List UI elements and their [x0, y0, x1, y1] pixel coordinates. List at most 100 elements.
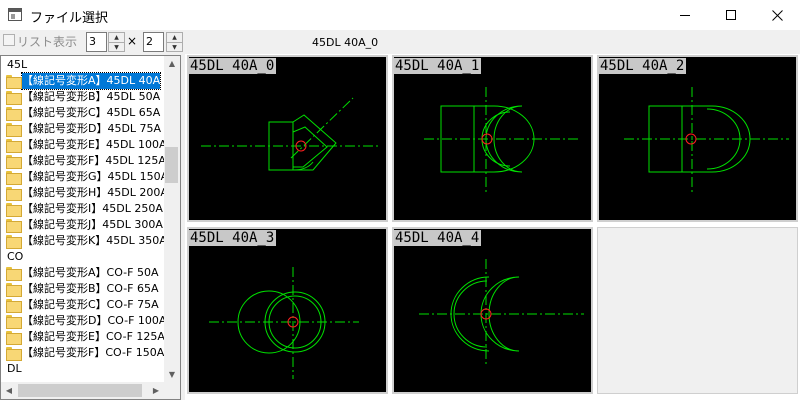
thumbnail-empty-slot [597, 227, 798, 394]
minimize-icon [680, 15, 690, 16]
folder-icon [5, 171, 22, 185]
tree-item[interactable]: 【線記号変形A】CO-F 50A [5, 265, 158, 281]
tree-item-label: 【線記号変形E】45DL 100A [22, 138, 166, 151]
fitting-drawing-socket [624, 87, 789, 194]
title-bar: ファイル選択 [0, 0, 800, 30]
folder-icon [5, 155, 22, 169]
spin-down-icon[interactable]: ▼ [109, 42, 124, 51]
folder-icon [5, 267, 22, 281]
folder-icon [5, 123, 22, 137]
folder-icon [5, 331, 22, 345]
tree-item[interactable]: 【線記号変形H】45DL 200A [5, 185, 166, 201]
tree-group-header[interactable]: DL [7, 361, 22, 377]
scroll-up-icon[interactable]: ▲ [164, 56, 180, 72]
tree-item-label: 【線記号変形A】45DL 40A [20, 72, 162, 90]
tree-item[interactable]: 【線記号変形J】45DL 300A [5, 217, 163, 233]
thumbnail-4[interactable]: 45DL 40A_4 [392, 227, 593, 394]
application-window-icon [8, 8, 22, 21]
tree-item-label: 【線記号変形C】45DL 65A [22, 106, 161, 119]
tree-item[interactable]: 【線記号変形D】CO-F 100A [5, 313, 166, 329]
folder-icon [5, 75, 22, 89]
file-tree-list: 45L 【線記号変形A】45DL 40A 【線記号変形B】45DL 50A 【線記号変… [1, 57, 166, 382]
list-display-checkbox[interactable] [3, 34, 15, 46]
fitting-drawing-end-view [209, 267, 359, 379]
window-title: ファイル選択 [30, 11, 109, 26]
tree-item[interactable]: 【線記号変形E】45DL 100A [5, 137, 166, 153]
close-button[interactable] [754, 0, 800, 30]
tree-item-label: 【線記号変形I】45DL 250A [22, 202, 163, 215]
tree-item-label: 【線記号変形H】45DL 200A [22, 186, 166, 199]
spin-up-icon[interactable]: ▲ [109, 33, 124, 42]
folder-icon [5, 203, 22, 217]
scroll-left-icon[interactable]: ◀ [1, 383, 17, 399]
maximize-icon [726, 10, 736, 20]
times-sign: × [127, 34, 138, 48]
tree-item[interactable]: 【線記号変形B】45DL 50A [5, 89, 160, 105]
folder-icon [5, 315, 22, 329]
horizontal-scrollbar[interactable]: ◀ ▶ [1, 382, 180, 399]
tree-item[interactable]: 【線記号変形C】45DL 65A [5, 105, 160, 121]
tree-group-header[interactable]: 45L [7, 57, 27, 73]
tree-item-label: 【線記号変形C】CO-F 75A [22, 298, 159, 311]
vertical-scroll-thumb[interactable] [165, 147, 178, 183]
scrollbar-corner [164, 382, 180, 399]
tree-item[interactable]: 【線記号変形C】CO-F 75A [5, 297, 159, 313]
thumbnail-label: 45DL 40A_2 [599, 58, 687, 74]
thumbnail-3[interactable]: 45DL 40A_3 [187, 227, 388, 394]
spin-up-icon[interactable]: ▲ [167, 33, 182, 42]
toolbar: リスト表示 3 ▲ ▼ × 2 ▲ ▼ 45DL 40A_0 [0, 30, 800, 54]
selected-file-name: 45DL 40A_0 [312, 36, 379, 49]
tree-item[interactable]: 【線記号変形F】CO-F 150A [5, 345, 164, 361]
tree-item-label: 【線記号変形E】CO-F 125A [22, 330, 165, 343]
thumbnail-label: 45DL 40A_1 [394, 58, 482, 74]
vertical-scrollbar[interactable]: ▲ ▼ [164, 56, 180, 383]
folder-icon [5, 187, 22, 201]
spin-down-icon[interactable]: ▼ [167, 42, 182, 51]
folder-icon [5, 107, 22, 121]
tree-item[interactable]: 【線記号変形F】45DL 125A [5, 153, 166, 169]
tree-item-label: 【線記号変形G】45DL 150A [22, 170, 166, 183]
thumbnail-grid: 45DL 40A_0 45DL 40A_1 45DL 40A_2 45DL 40… [185, 54, 800, 400]
tree-item-label: 45L [7, 58, 28, 71]
folder-icon [5, 91, 22, 105]
thumbnail-0[interactable]: 45DL 40A_0 [187, 55, 388, 222]
tree-item[interactable]: 【線記号変形A】45DL 40A [5, 72, 162, 90]
folder-icon [5, 139, 22, 153]
tree-item-label: 【線記号変形A】CO-F 50A [22, 266, 159, 279]
columns-stepper[interactable]: ▲ ▼ [108, 32, 125, 52]
minimize-button[interactable] [662, 0, 708, 30]
tree-group-header[interactable]: CO [7, 249, 23, 265]
file-tree[interactable]: 45L 【線記号変形A】45DL 40A 【線記号変形B】45DL 50A 【線記号変… [0, 55, 181, 400]
list-display-label: リスト表示 [17, 35, 78, 49]
tree-item[interactable]: 【線記号変形B】CO-F 65A [5, 281, 159, 297]
tree-item-label: 【線記号変形J】45DL 300A [22, 218, 163, 231]
thumbnail-2[interactable]: 45DL 40A_2 [597, 55, 798, 222]
scroll-right-icon[interactable]: ▶ [148, 383, 164, 399]
tree-item[interactable]: 【線記号変形I】45DL 250A [5, 201, 163, 217]
rows-input[interactable]: 2 [143, 32, 164, 52]
thumbnail-label: 45DL 40A_4 [394, 230, 482, 246]
folder-icon [5, 283, 22, 297]
folder-icon [5, 299, 22, 313]
fitting-drawing-45-elbow [201, 97, 379, 171]
thumbnail-label: 45DL 40A_3 [189, 230, 277, 246]
tree-item[interactable]: 【線記号変形E】CO-F 125A [5, 329, 165, 345]
tree-item-label: 【線記号変形D】45DL 75A [22, 122, 162, 135]
tree-item-label: 【線記号変形K】45DL 350A [22, 234, 166, 247]
tree-item[interactable]: 【線記号変形D】45DL 75A [5, 121, 161, 137]
tree-item[interactable]: 【線記号変形G】45DL 150A [5, 169, 166, 185]
columns-input[interactable]: 3 [86, 32, 107, 52]
scroll-down-icon[interactable]: ▼ [164, 367, 180, 383]
close-icon [771, 9, 783, 21]
folder-icon [5, 347, 22, 361]
thumbnail-1[interactable]: 45DL 40A_1 [392, 55, 593, 222]
horizontal-scroll-thumb[interactable] [18, 384, 142, 397]
tree-item-label: CO [7, 250, 24, 263]
rows-stepper[interactable]: ▲ ▼ [166, 32, 183, 52]
tree-item-label: DL [7, 362, 22, 375]
tree-item-label: 【線記号変形B】CO-F 65A [22, 282, 159, 295]
tree-item[interactable]: 【線記号変形K】45DL 350A [5, 233, 166, 249]
folder-icon [5, 219, 22, 233]
fitting-drawing-crescent [424, 87, 579, 194]
maximize-button[interactable] [708, 0, 754, 30]
